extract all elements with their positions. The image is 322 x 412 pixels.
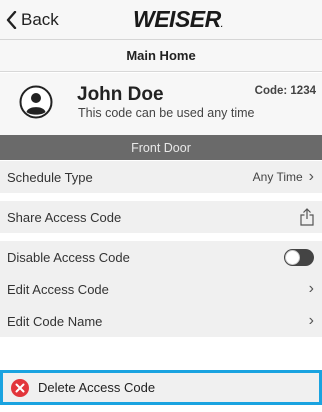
row-value: Any Time: [252, 170, 303, 184]
user-name: John Doe: [77, 84, 164, 105]
user-avatar-icon: [19, 85, 53, 119]
row-label: Share Access Code: [7, 209, 122, 225]
disable-access-code-toggle[interactable]: [284, 248, 314, 266]
chevron-right-icon: ›: [308, 280, 314, 297]
share-icon[interactable]: [300, 208, 314, 226]
row-label: Disable Access Code: [7, 249, 130, 265]
back-button[interactable]: Back: [6, 9, 59, 31]
row-label: Edit Code Name: [7, 313, 103, 329]
disable-access-code-row: Disable Access Code: [0, 241, 322, 273]
nav-bar: Back WEISER.: [0, 0, 322, 40]
page-title: Main Home: [0, 40, 322, 72]
user-card: John Doe This code can be used any time …: [0, 73, 322, 135]
toggle-knob: [285, 249, 300, 265]
chevron-right-icon: ›: [308, 168, 314, 185]
row-label: Schedule Type: [7, 169, 93, 185]
section-header: Front Door: [0, 135, 322, 160]
delete-x-icon: [11, 378, 29, 397]
back-label: Back: [21, 10, 59, 29]
delete-access-code-button[interactable]: Delete Access Code: [0, 370, 322, 405]
delete-label: Delete Access Code: [38, 380, 156, 395]
row-label: Edit Access Code: [7, 281, 109, 297]
edit-code-name-row[interactable]: Edit Code Name ›: [0, 305, 322, 337]
logo-dot: .: [220, 20, 223, 29]
chevron-left-icon: [6, 11, 17, 29]
weiser-logo: WEISER.: [133, 6, 223, 33]
schedule-type-row[interactable]: Schedule Type Any Time ›: [0, 161, 322, 193]
share-access-code-row[interactable]: Share Access Code: [0, 201, 322, 233]
logo-text: WEISER: [133, 6, 221, 32]
user-subtitle: This code can be used any time: [78, 106, 255, 120]
chevron-right-icon: ›: [308, 312, 314, 329]
access-code-label: Code: 1234: [254, 85, 316, 97]
edit-access-code-row[interactable]: Edit Access Code ›: [0, 273, 322, 305]
